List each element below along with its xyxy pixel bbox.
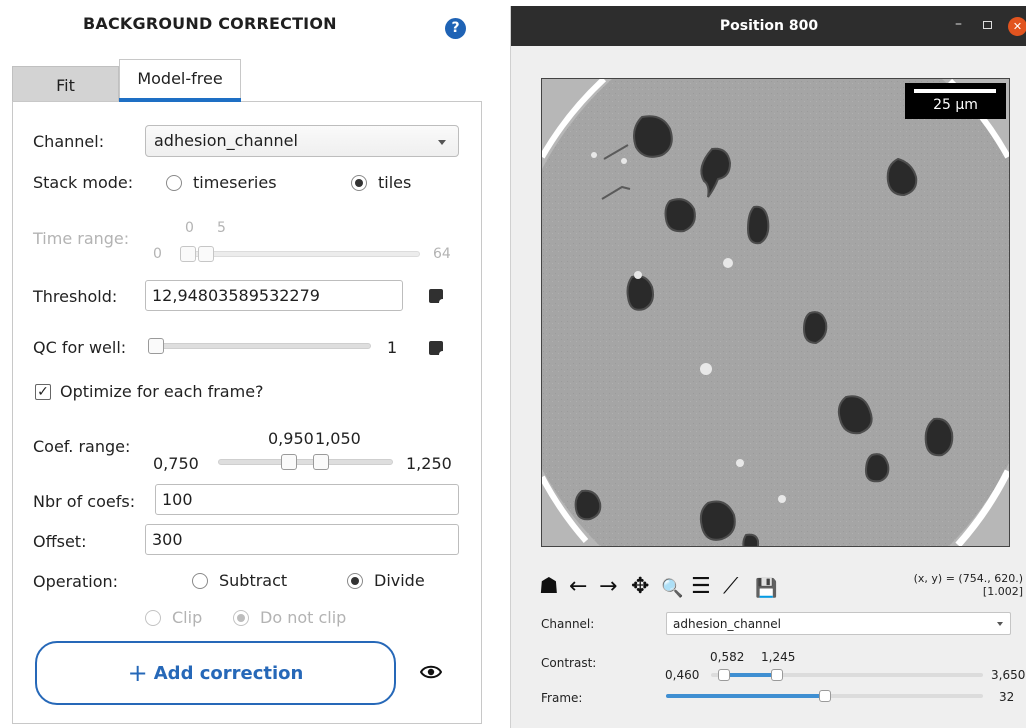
time-range-label: Time range: (33, 229, 130, 248)
time-range-high-handle[interactable] (198, 246, 214, 262)
edit-axis-icon[interactable]: ⟋ (723, 576, 738, 598)
timeseries-radio-label: timeseries (193, 173, 277, 192)
operation-label: Operation: (33, 572, 119, 591)
help-icon[interactable]: ? (445, 18, 466, 39)
viewer-window: Position 800 – ✕ 25 µm ☗ ← → ✥ 🔍 ☰ ⟋ 💾 (… (510, 6, 1026, 728)
time-range-min: 0 (153, 246, 162, 262)
coef-range-max: 1,250 (406, 454, 452, 473)
contrast-min: 0,460 (665, 668, 700, 682)
window-titlebar: Position 800 – ✕ (511, 6, 1026, 46)
chevron-down-icon (997, 622, 1003, 626)
maximize-icon[interactable] (983, 21, 992, 29)
coef-range-min: 0,750 (153, 454, 199, 473)
coef-range-high-value: 1,050 (315, 429, 361, 448)
back-arrow-icon[interactable]: ← (569, 576, 587, 598)
tab-fit[interactable]: Fit (12, 66, 119, 102)
time-range-max: 64 (433, 246, 451, 262)
time-range-low-value: 0 (185, 220, 194, 236)
active-tab-indicator (119, 98, 241, 102)
coef-range-label: Coef. range: (33, 437, 131, 456)
timeseries-radio[interactable] (166, 175, 182, 191)
microscopy-image[interactable]: 25 µm (541, 78, 1010, 547)
coordinates-line: (x, y) = (754., 620.) (913, 572, 1023, 585)
apply-qc-icon[interactable] (429, 341, 446, 358)
contrast-max: 3,650 (991, 668, 1026, 682)
pan-icon[interactable]: ✥ (631, 576, 649, 598)
panel-title: BACKGROUND CORRECTION (83, 14, 337, 33)
qc-for-well-value: 1 (387, 338, 398, 357)
coef-range-low-value: 0,950 (268, 429, 314, 448)
do-not-clip-radio[interactable] (233, 610, 249, 626)
plus-icon: + (127, 659, 148, 687)
pixel-value-line: [1.002] (982, 585, 1023, 598)
clip-radio[interactable] (145, 610, 161, 626)
qc-for-well-label: QC for well: (33, 338, 127, 357)
add-correction-label: Add correction (153, 663, 304, 684)
coef-range-low-handle[interactable] (281, 454, 297, 470)
offset-label: Offset: (33, 532, 87, 551)
nbr-of-coefs-label: Nbr of coefs: (33, 492, 136, 511)
eye-icon[interactable] (420, 664, 442, 680)
add-correction-button[interactable]: + Add correction (35, 641, 396, 705)
divide-radio-label: Divide (374, 571, 425, 590)
scale-bar-line (914, 89, 996, 93)
apply-threshold-icon[interactable] (429, 289, 446, 306)
offset-input[interactable]: 300 (145, 524, 459, 555)
threshold-label: Threshold: (33, 287, 118, 306)
coef-range-slider-track[interactable] (218, 459, 393, 465)
optimize-label: Optimize for each frame? (60, 382, 264, 401)
threshold-input[interactable]: 12,94803589532279 (145, 280, 403, 311)
window-title: Position 800 (719, 18, 819, 34)
scale-bar: 25 µm (905, 83, 1006, 119)
stack-mode-label: Stack mode: (33, 173, 134, 192)
frame-max: 32 (999, 690, 1015, 704)
divide-radio[interactable] (347, 573, 363, 589)
channel-select-value: adhesion_channel (154, 131, 298, 150)
zoom-icon[interactable]: 🔍 (661, 578, 683, 600)
viewer-channel-value: adhesion_channel (673, 617, 781, 631)
tiles-radio-label: tiles (378, 173, 412, 192)
channel-label: Channel: (33, 132, 105, 151)
viewer-channel-label: Channel: (541, 617, 595, 631)
contrast-high-handle[interactable] (771, 669, 783, 681)
frame-slider-handle[interactable] (819, 690, 831, 702)
background-correction-panel: BACKGROUND CORRECTION ? Fit Model-free C… (0, 0, 500, 728)
contrast-high-value: 1,245 (761, 650, 796, 664)
minimize-icon[interactable]: – (955, 16, 962, 32)
qc-for-well-slider-track[interactable] (148, 343, 371, 349)
configure-icon[interactable]: ☰ (691, 576, 711, 598)
tab-content (12, 101, 482, 724)
tiles-radio[interactable] (351, 175, 367, 191)
subtract-radio[interactable] (192, 573, 208, 589)
viewer-channel-select[interactable]: adhesion_channel (666, 612, 1011, 635)
qc-for-well-handle[interactable] (148, 338, 164, 354)
clip-radio-label: Clip (172, 608, 203, 627)
contrast-slider-range (724, 673, 776, 677)
tab-model-free[interactable]: Model-free (119, 59, 241, 102)
frame-label: Frame: (541, 691, 583, 705)
forward-arrow-icon[interactable]: → (599, 576, 617, 598)
do-not-clip-radio-label: Do not clip (260, 608, 347, 627)
contrast-low-value: 0,582 (710, 650, 745, 664)
subtract-radio-label: Subtract (219, 571, 288, 590)
home-icon[interactable]: ☗ (539, 576, 559, 598)
close-icon[interactable]: ✕ (1008, 17, 1026, 36)
optimize-checkbox[interactable]: ✓ (35, 384, 51, 400)
frame-slider-fill (666, 694, 826, 698)
nbr-of-coefs-input[interactable]: 100 (155, 484, 459, 515)
contrast-label: Contrast: (541, 656, 597, 670)
time-range-slider-track[interactable] (180, 251, 420, 257)
time-range-high-value: 5 (217, 220, 226, 236)
scale-bar-label: 25 µm (933, 97, 978, 113)
time-range-low-handle[interactable] (180, 246, 196, 262)
chevron-down-icon (438, 140, 446, 145)
channel-select[interactable]: adhesion_channel (145, 125, 459, 157)
cursor-coordinates: (x, y) = (754., 620.) [1.002] (891, 572, 1023, 598)
contrast-low-handle[interactable] (718, 669, 730, 681)
save-icon[interactable]: 💾 (755, 578, 777, 600)
cell-image (542, 79, 1009, 546)
coef-range-high-handle[interactable] (313, 454, 329, 470)
